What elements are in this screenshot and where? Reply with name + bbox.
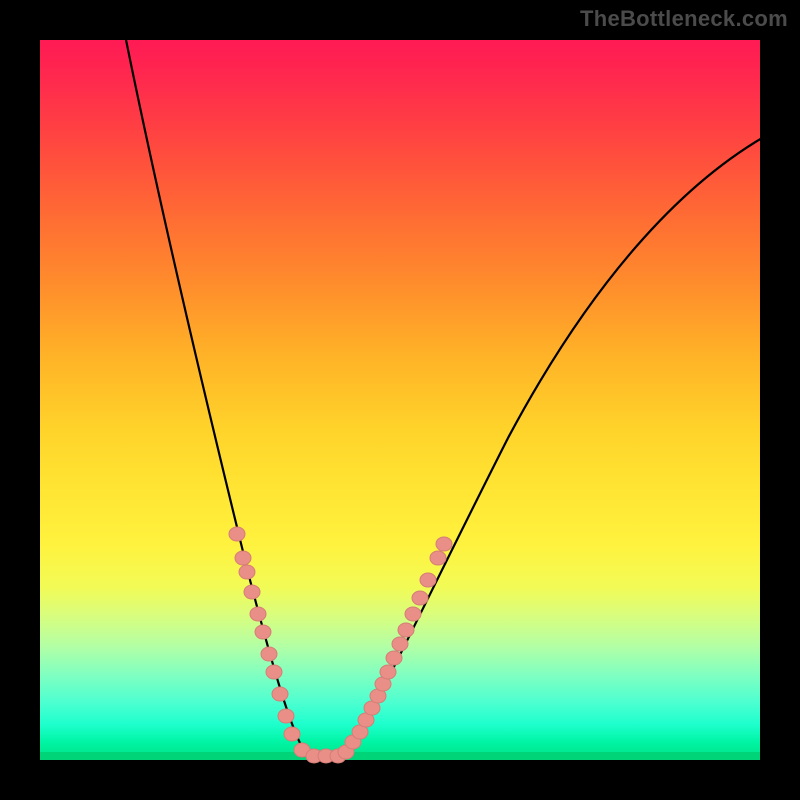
data-bead (255, 625, 271, 639)
chart-frame: TheBottleneck.com (0, 0, 800, 800)
data-bead (420, 573, 436, 587)
left-curve (122, 20, 326, 759)
data-bead (412, 591, 428, 605)
data-bead (392, 637, 408, 651)
curves-svg (40, 40, 760, 760)
data-bead (239, 565, 255, 579)
plot-area (40, 40, 760, 760)
watermark-text: TheBottleneck.com (580, 6, 788, 32)
data-bead (278, 709, 294, 723)
data-bead (380, 665, 396, 679)
data-bead (261, 647, 277, 661)
data-bead (405, 607, 421, 621)
data-bead (235, 551, 251, 565)
data-bead (430, 551, 446, 565)
data-bead (436, 537, 452, 551)
left-beads (229, 527, 334, 763)
data-bead (398, 623, 414, 637)
data-bead (272, 687, 288, 701)
data-bead (284, 727, 300, 741)
data-bead (266, 665, 282, 679)
data-bead (229, 527, 245, 541)
data-bead (386, 651, 402, 665)
right-beads (330, 537, 452, 763)
data-bead (250, 607, 266, 621)
data-bead (244, 585, 260, 599)
